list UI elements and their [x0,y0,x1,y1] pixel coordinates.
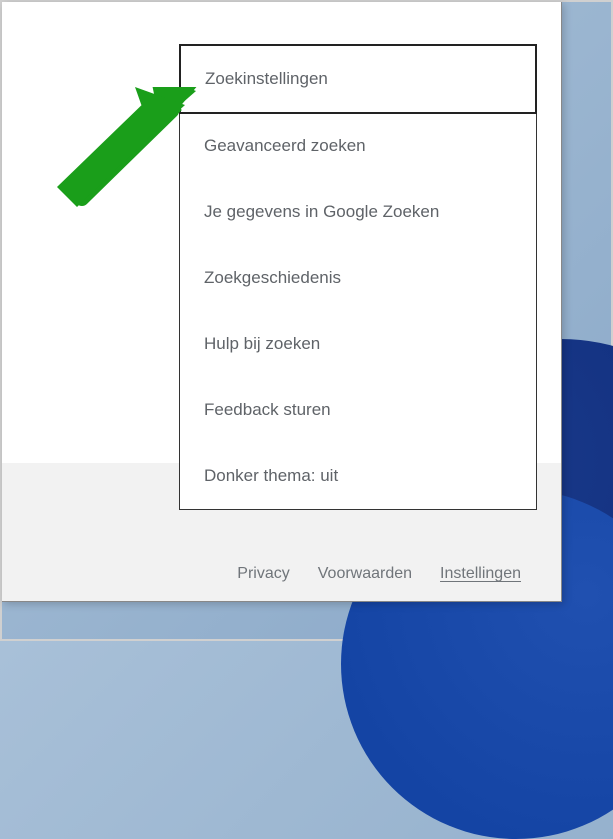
footer-terms-link[interactable]: Voorwaarden [318,565,412,583]
menu-item-search-settings[interactable]: Zoekinstellingen [179,44,537,114]
menu-item-advanced-search[interactable]: Geavanceerd zoeken [180,113,536,179]
menu-item-your-data[interactable]: Je gegevens in Google Zoeken [180,179,536,245]
settings-dropdown-menu: Zoekinstellingen Geavanceerd zoeken Je g… [179,44,537,510]
menu-item-help[interactable]: Hulp bij zoeken [180,311,536,377]
footer-privacy-link[interactable]: Privacy [237,565,289,583]
menu-item-dark-theme[interactable]: Donker thema: uit [180,443,536,509]
menu-item-search-history[interactable]: Zoekgeschiedenis [180,245,536,311]
menu-item-feedback[interactable]: Feedback sturen [180,377,536,443]
footer-settings-link[interactable]: Instellingen [440,565,521,583]
browser-window: Privacy Voorwaarden Instellingen Zoekins… [2,2,562,602]
window-body: Privacy Voorwaarden Instellingen Zoekins… [2,2,561,601]
